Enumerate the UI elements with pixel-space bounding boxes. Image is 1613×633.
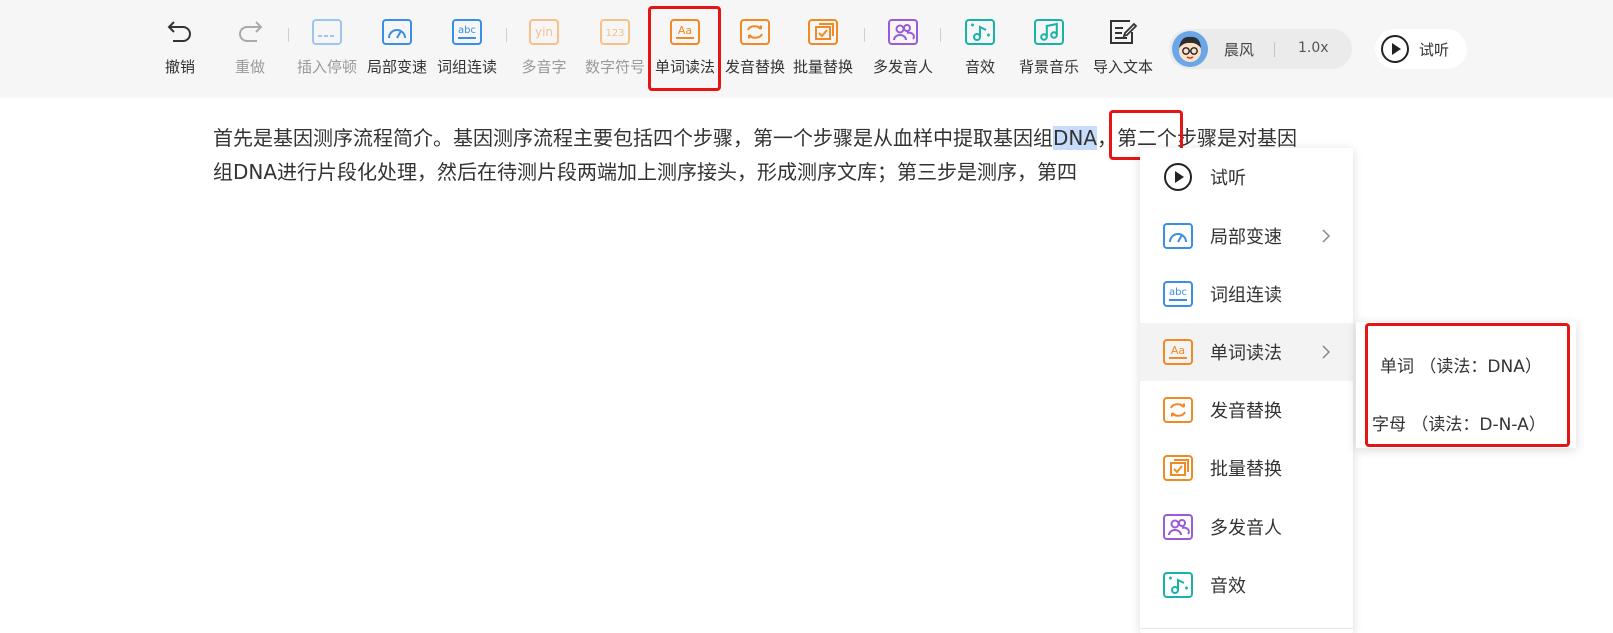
ctx-item-label: 词组连读 (1210, 285, 1282, 306)
svg-text:Aa: Aa (1171, 344, 1185, 357)
play-icon (1162, 161, 1194, 193)
local-speed-label: 局部变速 (366, 58, 427, 76)
selected-word[interactable]: DNA (1053, 126, 1098, 150)
ctx-item-label: 单词读法 (1210, 343, 1282, 364)
ctx-item-label: 发音替换 (1210, 401, 1282, 422)
toolbar-divider (864, 28, 865, 42)
ctx-item-word-reading[interactable]: Aa 单词读法 (1140, 323, 1353, 381)
preview-label: 试听 (1419, 40, 1450, 59)
swap-icon (1162, 394, 1194, 426)
insert-pause-button[interactable]: 插入停顿 (294, 14, 360, 84)
chevron-right-icon (1322, 345, 1331, 359)
svg-text:yin: yin (535, 25, 553, 39)
ctx-item-label: 多发音人 (1210, 518, 1282, 539)
voice-divider (1274, 42, 1275, 57)
undo-button[interactable]: 撤销 (160, 14, 200, 84)
local-speed-button[interactable]: 局部变速 (364, 14, 430, 84)
redo-label: 重做 (234, 58, 265, 76)
polyphone-label: 多音字 (521, 58, 567, 76)
sound-effect-icon (1162, 569, 1194, 601)
ctx-item-batch-replace[interactable]: 批量替换 (1140, 439, 1353, 497)
ctx-item-local-speed[interactable]: 局部变速 (1140, 207, 1353, 265)
bg-music-label: 背景音乐 (1018, 58, 1079, 76)
menu-divider (1140, 628, 1353, 629)
highlight-box-toolbar (648, 6, 721, 91)
avatar (1171, 30, 1209, 68)
abc-icon: abc (1162, 278, 1194, 310)
undo-icon (162, 14, 198, 50)
highlight-box-submenu (1365, 323, 1570, 447)
aa-icon: Aa (1162, 336, 1194, 368)
multi-speaker-button[interactable]: 多发音人 (868, 14, 938, 84)
speedometer-icon (1162, 220, 1194, 252)
ctx-item-preview[interactable]: 试听 (1140, 148, 1353, 206)
text-segment: 首先是基因测序流程简介。基因测序流程主要包括四个步骤，第一个步骤是从血样中提取基… (213, 126, 1053, 150)
ctx-item-label: 音效 (1210, 576, 1246, 597)
yin-icon: yin (526, 14, 562, 50)
ctx-item-multi-speaker[interactable]: 多发音人 (1140, 498, 1353, 556)
toolbar: 撤销 重做 插入停顿 局部变速 abc 词组连读 yin 多音字 123 数字符… (0, 0, 1613, 98)
insert-pause-icon (309, 14, 345, 50)
ctx-item-phrase-link[interactable]: abc 词组连读 (1140, 265, 1353, 323)
batch-replace-button[interactable]: 批量替换 (788, 14, 858, 84)
people-icon (885, 14, 921, 50)
svg-text:abc: abc (1169, 287, 1187, 298)
toolbar-divider (288, 28, 289, 42)
import-text-label: 导入文本 (1092, 58, 1153, 76)
voice-selector[interactable]: 晨风 1.0x (1169, 29, 1352, 69)
speed-value[interactable]: 1.0x (1298, 40, 1329, 56)
sound-effect-label: 音效 (964, 58, 995, 76)
play-icon (1381, 35, 1409, 63)
bg-music-button[interactable]: 背景音乐 (1016, 14, 1082, 84)
batch-replace-label: 批量替换 (792, 58, 853, 76)
redo-button[interactable]: 重做 (230, 14, 270, 84)
ctx-item-label: 局部变速 (1210, 227, 1282, 248)
number-icon: 123 (597, 14, 633, 50)
music-note-icon (1031, 14, 1067, 50)
abc-icon: abc (449, 14, 485, 50)
preview-button[interactable]: 试听 (1375, 29, 1467, 69)
sound-effect-button[interactable]: 音效 (960, 14, 1000, 84)
number-symbol-button[interactable]: 123 数字符号 (580, 14, 650, 84)
number-symbol-label: 数字符号 (584, 58, 645, 76)
sound-effect-icon (962, 14, 998, 50)
ctx-item-sound-effect[interactable]: 音效 (1140, 556, 1353, 614)
ctx-item-pron-replace[interactable]: 发音替换 (1140, 381, 1353, 439)
context-menu: 试听 局部变速 abc 词组连读 Aa 单词读法 发音替换 批量替换 多发音人 … (1140, 148, 1353, 633)
toolbar-divider (940, 28, 941, 42)
svg-text:abc: abc (458, 25, 476, 36)
speedometer-icon (379, 14, 415, 50)
multi-speaker-label: 多发音人 (872, 58, 933, 76)
undo-label: 撤销 (164, 58, 195, 76)
redo-icon (232, 14, 268, 50)
batch-icon (805, 14, 841, 50)
phrase-link-label: 词组连读 (436, 58, 497, 76)
swap-icon (737, 14, 773, 50)
import-text-button[interactable]: 导入文本 (1090, 14, 1156, 84)
import-text-icon (1105, 14, 1141, 50)
people-icon (1162, 511, 1194, 543)
svg-text:123: 123 (605, 28, 624, 39)
polyphone-button[interactable]: yin 多音字 (518, 14, 570, 84)
chevron-right-icon (1322, 229, 1331, 243)
pron-replace-button[interactable]: 发音替换 (720, 14, 790, 84)
pron-replace-label: 发音替换 (724, 58, 785, 76)
phrase-link-button[interactable]: abc 词组连读 (434, 14, 500, 84)
ctx-item-label: 批量替换 (1210, 459, 1282, 480)
insert-pause-label: 插入停顿 (296, 58, 357, 76)
voice-name: 晨风 (1224, 41, 1255, 59)
toolbar-divider (506, 28, 507, 42)
batch-icon (1162, 452, 1194, 484)
ctx-item-label: 试听 (1210, 168, 1246, 189)
